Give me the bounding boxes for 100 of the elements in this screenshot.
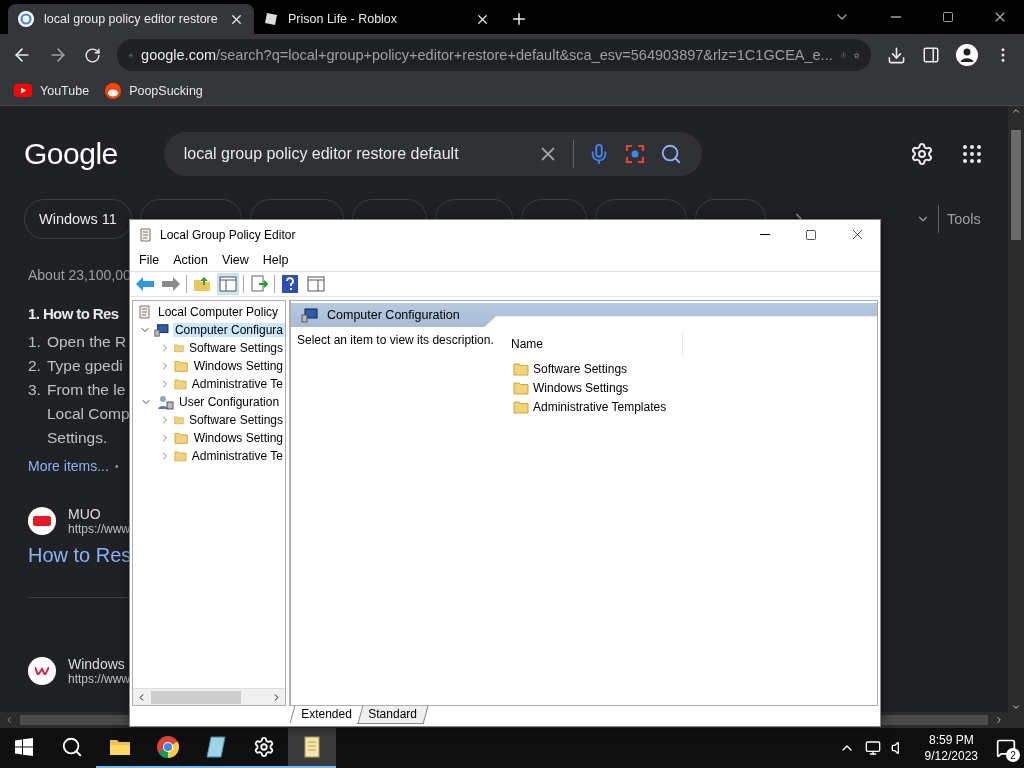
result-url[interactable]: https://www	[68, 672, 130, 686]
bookmark-link[interactable]: YouTube	[40, 83, 90, 98]
horizontal-scrollbar[interactable]	[133, 688, 285, 705]
scroll-down-icon[interactable]	[1011, 702, 1021, 712]
bookmark-link[interactable]: PoopSucking	[129, 83, 203, 98]
tree-item[interactable]: Computer Configura	[172, 323, 285, 337]
tree-item[interactable]: Windows Setting	[191, 431, 285, 445]
step-text: Settings.	[46, 428, 109, 448]
menu-item[interactable]: File	[132, 253, 167, 267]
browser-icon[interactable]	[156, 735, 180, 759]
alien-icon	[105, 82, 122, 99]
tree-item[interactable]: Software Settings	[186, 413, 285, 427]
view-tab[interactable]: Extended	[289, 706, 363, 723]
list-item[interactable]: Windows Settings	[533, 380, 629, 395]
google-logo[interactable]: Google	[24, 137, 118, 171]
step-number: 2.	[28, 356, 41, 376]
scroll-icon[interactable]	[302, 735, 322, 759]
step-number: 3.	[28, 380, 41, 400]
tree-pane-icon[interactable]	[219, 276, 237, 292]
folder-icon	[513, 380, 529, 395]
notification-count: 2	[1006, 748, 1020, 762]
folder-icon	[174, 359, 189, 373]
maximize-icon	[805, 228, 817, 241]
scroll-left-icon[interactable]	[4, 715, 14, 725]
step-text: Type gpedi	[46, 356, 123, 376]
search-icon[interactable]	[61, 736, 83, 758]
tree-item[interactable]: Administrative Te	[189, 449, 285, 463]
browser-tab[interactable]: local group policy editor restore	[8, 4, 254, 34]
tree-item[interactable]: Administrative Te	[189, 377, 285, 391]
site-name: MUO	[68, 506, 102, 522]
result-stats: About 23,100,00	[28, 267, 130, 283]
browser-tab[interactable]: Prison Life - Roblox	[254, 4, 500, 34]
details-title: Computer Configuration	[327, 308, 460, 322]
play-icon	[14, 84, 32, 97]
back-arrow-icon[interactable]	[136, 277, 154, 291]
scroll-up-icon[interactable]	[1011, 106, 1021, 116]
more-items-link[interactable]: More items...	[28, 458, 109, 476]
export-list-icon[interactable]	[250, 275, 268, 293]
site-favicon[interactable]	[28, 657, 56, 685]
users-icon	[156, 394, 174, 410]
menu-item[interactable]: View	[214, 253, 256, 267]
network-icon[interactable]	[864, 740, 881, 756]
scrollbar-thumb[interactable]	[1011, 130, 1021, 240]
new-tab-icon[interactable]	[510, 10, 528, 28]
folder-icon[interactable]	[109, 738, 131, 756]
tree-item[interactable]: Windows Setting	[191, 359, 285, 373]
folder-up-icon[interactable]	[193, 276, 211, 292]
camera-lens-icon[interactable]	[623, 143, 646, 165]
forward-arrow-icon[interactable]	[162, 277, 180, 291]
site-favicon[interactable]	[28, 507, 56, 535]
column-header[interactable]: Name	[507, 333, 683, 355]
tree-item[interactable]: Local Computer Policy	[156, 305, 281, 319]
address-bar[interactable]: google.com/search?q=local+group+policy+editor+restore+default&sca_esv=564903897&rlz=1C1GCEA_e...	[117, 39, 871, 71]
site-logo-icon	[35, 667, 49, 675]
menu-item[interactable]: Help	[255, 253, 296, 267]
folder-icon	[174, 413, 184, 427]
list-item[interactable]: Software Settings	[533, 361, 628, 376]
computer-icon	[301, 307, 319, 323]
folder-icon	[174, 449, 187, 463]
restore-icon[interactable]	[942, 11, 954, 23]
side-panel-icon[interactable]	[922, 46, 940, 64]
step-text: Open the R	[46, 332, 127, 352]
site-logo-icon	[33, 516, 51, 526]
vertical-scrollbar[interactable]	[1008, 106, 1024, 728]
action-pane-icon[interactable]	[307, 276, 325, 292]
url-path: /search?q=local+group+policy+editor+restore+default&sca_esv=564903897&rlz=1C1GCEA_e...	[216, 47, 833, 63]
profile-avatar-icon[interactable]	[956, 44, 978, 66]
notifications-icon[interactable]	[996, 738, 1016, 758]
windows-logo-icon[interactable]	[15, 738, 33, 756]
download-icon[interactable]	[887, 45, 906, 65]
google-g-icon	[18, 11, 34, 27]
scrollbar-thumb[interactable]	[151, 690, 241, 704]
url-host: google.com	[141, 47, 217, 63]
computer-icon	[154, 322, 170, 338]
scroll-right-icon[interactable]	[994, 715, 1004, 725]
clock[interactable]: 8:59 PM 9/12/2023	[916, 732, 986, 764]
settings-icon[interactable]	[910, 142, 934, 166]
view-tab[interactable]: Standard	[356, 706, 428, 724]
tree-item[interactable]: Software Settings	[186, 341, 285, 355]
help-icon[interactable]	[282, 275, 298, 293]
folder-icon	[513, 361, 529, 376]
list-item[interactable]: Administrative Templates	[533, 399, 667, 414]
snippet-title: 1. How to Res	[28, 305, 120, 322]
menu-item[interactable]: Action	[166, 253, 215, 267]
result-title-link[interactable]: How to Res	[28, 544, 130, 567]
site-name: Windows	[68, 656, 126, 672]
search-icon[interactable]	[659, 143, 682, 165]
tools-button[interactable]: Tools	[946, 211, 981, 227]
settings-icon[interactable]	[253, 736, 275, 758]
folder-icon	[513, 399, 529, 414]
reload-icon[interactable]	[84, 46, 101, 64]
description-text: Select an item to view its description.	[297, 333, 495, 349]
notepad-icon[interactable]	[205, 735, 227, 759]
tree-item[interactable]: User Configuration	[177, 395, 282, 409]
folder-icon	[174, 377, 187, 391]
search-field[interactable]: local group policy editor restore default	[163, 132, 702, 176]
step-text: From the le	[46, 380, 127, 400]
scroll-icon	[138, 226, 154, 243]
apps-grid-icon[interactable]	[960, 142, 984, 166]
result-url[interactable]: https://www	[68, 522, 130, 536]
